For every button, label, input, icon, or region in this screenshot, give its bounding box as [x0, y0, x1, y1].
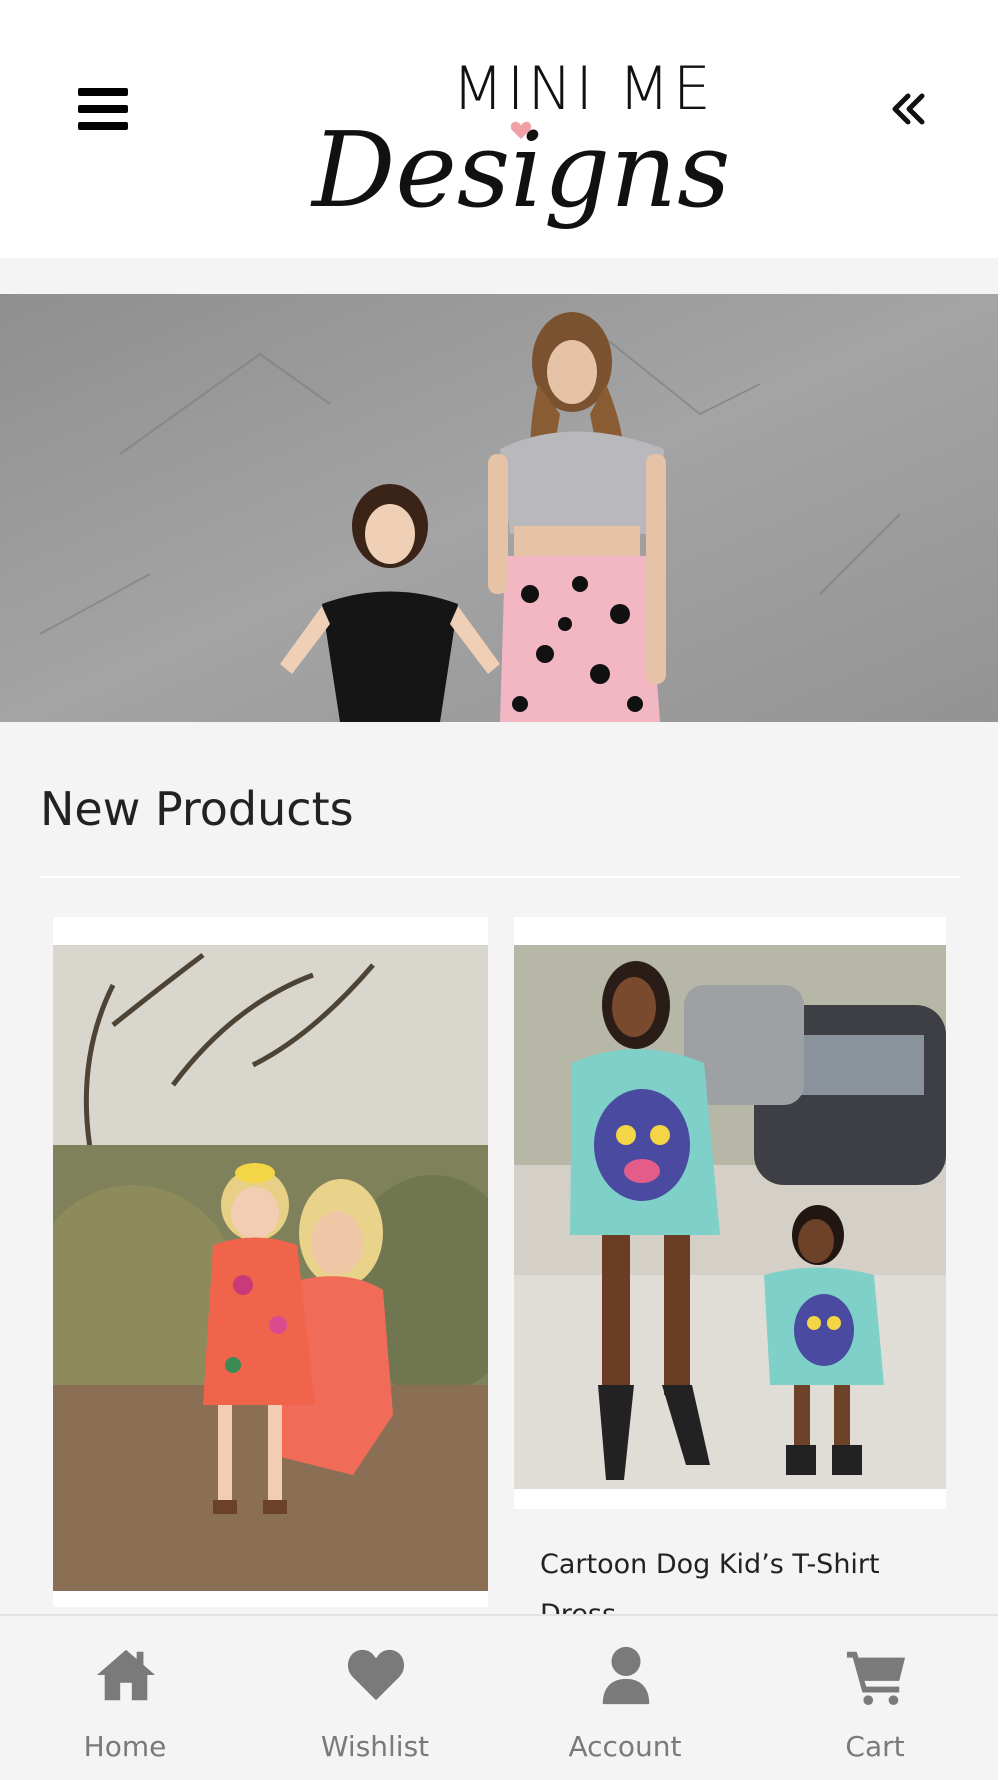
menu-bar: [78, 122, 128, 130]
product-photo: [53, 945, 488, 1591]
product-image[interactable]: [514, 945, 946, 1489]
hero-banner[interactable]: [0, 294, 998, 722]
nav-label: Account: [568, 1730, 682, 1763]
heart-icon: [347, 1649, 405, 1701]
menu-bar: [78, 88, 128, 96]
home-icon: [96, 1649, 156, 1701]
nav-label: Wishlist: [320, 1730, 430, 1763]
nav-wishlist[interactable]: Wishlist: [250, 1616, 500, 1780]
hero-photo: [0, 294, 998, 722]
product-card[interactable]: [53, 917, 488, 1607]
site-logo[interactable]: MINI ME Designs: [312, 50, 731, 240]
double-chevron-left-icon: [892, 93, 925, 125]
site-header: MINI ME Designs: [0, 0, 998, 258]
cart-icon: [846, 1651, 906, 1706]
section-divider: [40, 876, 960, 878]
product-image[interactable]: [53, 945, 488, 1591]
product-card[interactable]: [514, 917, 946, 1509]
nav-label: Home: [83, 1730, 167, 1763]
user-icon: [602, 1646, 650, 1705]
nav-account[interactable]: Account: [500, 1616, 750, 1780]
nav-label: Cart: [845, 1730, 905, 1763]
menu-bar: [78, 105, 128, 113]
logo-wordmark-script: Designs: [312, 109, 731, 231]
collapse-button[interactable]: [884, 84, 934, 134]
bottom-navigation: Home Wishlist Account Cart: [0, 1614, 998, 1780]
product-photo: [514, 945, 946, 1489]
nav-cart[interactable]: Cart: [750, 1616, 1000, 1780]
menu-button[interactable]: [78, 88, 128, 130]
section-title: New Products: [40, 782, 354, 836]
nav-home[interactable]: Home: [0, 1616, 250, 1780]
